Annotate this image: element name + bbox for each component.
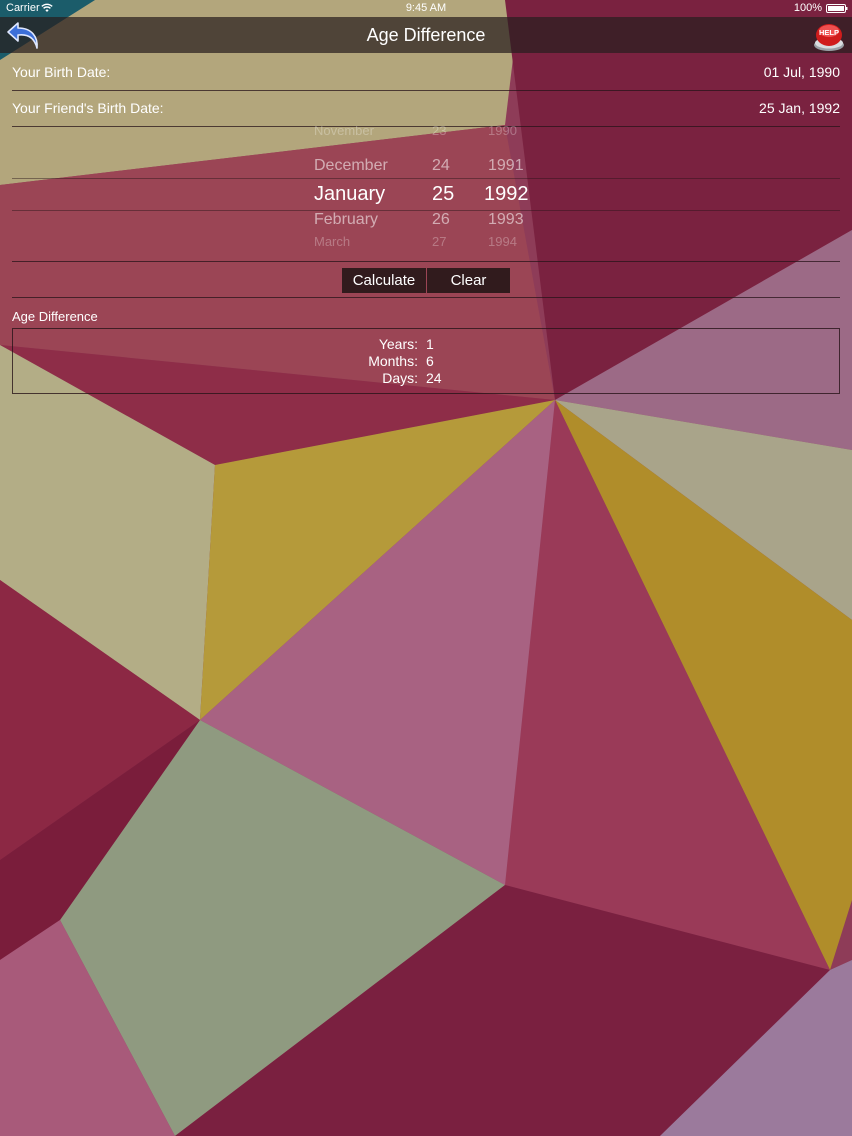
picker-day-selected[interactable]: 25 — [432, 183, 454, 206]
picker-selection-top — [12, 178, 840, 179]
picker-month-option[interactable]: March — [314, 234, 350, 249]
result-years-row: Years: 1 — [13, 336, 839, 353]
date-picker[interactable]: November December January February March… — [12, 126, 840, 262]
status-bar: Carrier 9:45 AM 100% — [0, 0, 852, 17]
picker-year-selected[interactable]: 1992 — [484, 183, 529, 206]
battery-percent: 100% — [793, 2, 822, 14]
picker-year-option[interactable]: 1990 — [488, 126, 517, 138]
years-label: Years: — [378, 336, 418, 352]
picker-year-option[interactable]: 1991 — [488, 157, 524, 175]
clear-button[interactable]: Clear — [427, 268, 510, 293]
picker-year-option[interactable]: 1993 — [488, 211, 524, 229]
picker-selection-bottom — [12, 210, 840, 211]
birth-date-label: Your Birth Date: — [12, 64, 111, 80]
friend-birth-date-label: Your Friend's Birth Date: — [12, 100, 164, 116]
picker-month-option[interactable]: December — [314, 157, 388, 175]
birth-date-row[interactable]: Your Birth Date: 01 Jul, 1990 — [12, 54, 840, 91]
picker-day-option[interactable]: 24 — [432, 157, 450, 175]
action-buttons: Calculate Clear — [342, 268, 510, 293]
page-title: Age Difference — [366, 25, 486, 45]
picker-month-option[interactable]: November — [314, 126, 374, 138]
months-label: Months: — [368, 353, 418, 369]
battery-icon — [826, 4, 848, 13]
picker-day-option[interactable]: 23 — [432, 126, 446, 138]
result-box: Years: 1 Months: 6 Days: 24 — [12, 328, 840, 394]
months-value: 6 — [426, 353, 434, 369]
days-value: 24 — [426, 370, 442, 386]
result-days-row: Days: 24 — [13, 370, 839, 387]
picker-day-option[interactable]: 27 — [432, 234, 446, 249]
picker-year-option[interactable]: 1994 — [488, 234, 517, 249]
picker-month-selected[interactable]: January — [314, 183, 385, 206]
picker-day-option[interactable]: 26 — [432, 211, 450, 229]
birth-date-value[interactable]: 01 Jul, 1990 — [764, 54, 840, 90]
result-heading: Age Difference — [12, 309, 98, 324]
help-button[interactable]: HELP — [812, 19, 846, 53]
navigation-bar: Age Difference HELP — [0, 17, 852, 53]
friend-birth-date-row[interactable]: Your Friend's Birth Date: 25 Jan, 1992 — [12, 90, 840, 127]
clock: 9:45 AM — [405, 2, 447, 14]
days-label: Days: — [382, 370, 418, 386]
result-months-row: Months: 6 — [13, 353, 839, 370]
friend-birth-date-value[interactable]: 25 Jan, 1992 — [759, 90, 840, 126]
years-value: 1 — [426, 336, 434, 352]
picker-month-option[interactable]: February — [314, 211, 378, 229]
help-label: HELP — [819, 28, 839, 37]
calculate-button[interactable]: Calculate — [342, 268, 426, 293]
